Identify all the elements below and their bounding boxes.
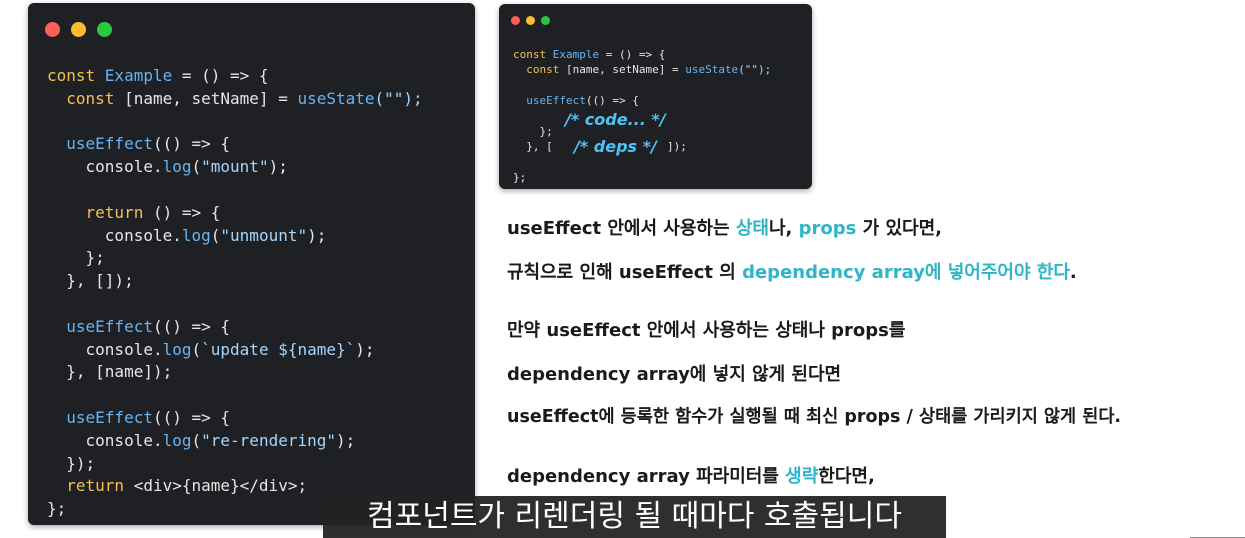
code-window-right: const Example = () => { const [name, set… <box>499 4 812 189</box>
code-token: () => { <box>143 202 221 222</box>
maximize-dot-icon <box>97 22 112 37</box>
code-token: (() => { <box>585 94 639 108</box>
code-token: ( <box>191 157 202 177</box>
code-block-full-example: const Example = () => { const [name, set… <box>47 65 423 521</box>
code-token: console. <box>47 339 163 359</box>
code-token: console. <box>47 225 182 245</box>
code-token: ); <box>355 339 375 359</box>
code-window-left: const Example = () => { const [name, set… <box>28 3 475 525</box>
code-token: "mount" <box>201 157 269 177</box>
code-token: useState <box>297 88 375 108</box>
highlight-text: 상태 <box>735 218 769 239</box>
text-segment: 규칙으로 인해 useEffect 의 <box>507 262 743 283</box>
text-segment: 한다면, <box>818 466 875 487</box>
window-controls <box>45 22 112 37</box>
code-token: "re-rendering" <box>201 430 336 450</box>
code-token: const <box>513 48 553 61</box>
code-token: }, [ <box>513 140 553 154</box>
code-token: }; <box>47 248 105 268</box>
video-subtitle: 컴포넌트가 리렌더링 될 때마다 호출됩니다 <box>323 496 946 538</box>
code-token: console. <box>47 157 163 177</box>
code-token: log <box>162 157 192 177</box>
code-token: }; <box>47 499 67 519</box>
highlight-text: 생략 <box>785 466 819 487</box>
maximize-dot-icon <box>541 16 550 25</box>
code-token: <div>{name}</div>; <box>124 476 308 496</box>
close-dot-icon <box>45 22 60 37</box>
code-token: useEffect <box>66 134 153 154</box>
code-token: `update ${name}` <box>201 339 356 359</box>
code-token: useEffect <box>526 94 586 108</box>
explanation-line-4: dependency array에 넣지 않게 된다면 <box>507 364 842 385</box>
code-token: ); <box>336 430 356 450</box>
code-token: }); <box>47 453 96 473</box>
code-token: = () => { <box>172 66 269 85</box>
text-segment: 나, <box>768 218 799 239</box>
code-token: Example <box>552 48 600 61</box>
minimize-dot-icon <box>71 22 86 37</box>
code-token: [name, setName] = <box>124 88 298 108</box>
code-token: Example <box>104 66 173 85</box>
code-token: ); <box>307 225 327 245</box>
code-token: log <box>162 339 192 359</box>
code-token: const <box>513 63 566 77</box>
code-token: [name, setName] = <box>565 63 686 77</box>
minimize-dot-icon <box>526 16 535 25</box>
highlight-text: props <box>798 218 857 239</box>
explanation-line-1: useEffect 안에서 사용하는 상태나, props 가 있다면, <box>507 214 942 240</box>
code-token: (""); <box>738 63 772 77</box>
code-token: log <box>181 225 211 245</box>
handwritten-code-note: /* code... */ <box>565 110 666 129</box>
code-token: (() => { <box>152 407 231 427</box>
code-token: (() => { <box>152 134 231 154</box>
explanation-line-6: dependency array 파라미터를 생략한다면, <box>507 462 875 488</box>
text-segment: dependency array 파라미터를 <box>507 466 786 487</box>
code-token: const <box>47 66 105 85</box>
text-segment: useEffect 안에서 사용하는 <box>507 218 736 239</box>
handwritten-deps-note: /* deps */ <box>574 137 657 156</box>
explanation-line-5: useEffect에 등록한 함수가 실행될 때 최신 props / 상태를 … <box>507 407 1122 427</box>
code-token: = () => { <box>599 48 666 61</box>
code-token: const <box>47 88 125 108</box>
code-token: ( <box>191 339 202 359</box>
code-token: return <box>85 202 144 222</box>
code-token: ); <box>268 157 288 177</box>
code-token: useEffect <box>66 316 153 336</box>
text-segment: 가 있다면, <box>856 218 942 239</box>
code-token: }, [name]); <box>47 362 173 382</box>
code-token: console. <box>47 430 163 450</box>
code-token: useEffect <box>66 407 153 427</box>
window-controls <box>511 16 550 25</box>
code-token: }, []); <box>47 271 134 291</box>
code-token: log <box>162 430 192 450</box>
code-token: ( <box>210 225 221 245</box>
highlight-text: dependency array에 넣어주어야 한다 <box>742 262 1070 283</box>
explanation-line-3: 만약 useEffect 안에서 사용하는 상태나 props를 <box>507 320 906 341</box>
explanation-line-2: 규칙으로 인해 useEffect 의 dependency array에 넣어… <box>507 258 1077 284</box>
code-token: (""); <box>374 88 423 108</box>
code-token: }; <box>513 125 553 139</box>
code-token: }; <box>513 171 527 185</box>
text-segment: . <box>1069 262 1077 283</box>
code-token: ]); <box>667 140 687 153</box>
close-dot-icon <box>511 16 520 25</box>
code-token: (() => { <box>152 316 231 336</box>
code-token: "unmount" <box>220 225 308 245</box>
code-token: useState <box>685 63 739 77</box>
code-token: ( <box>191 430 202 450</box>
code-token: return <box>66 476 125 496</box>
